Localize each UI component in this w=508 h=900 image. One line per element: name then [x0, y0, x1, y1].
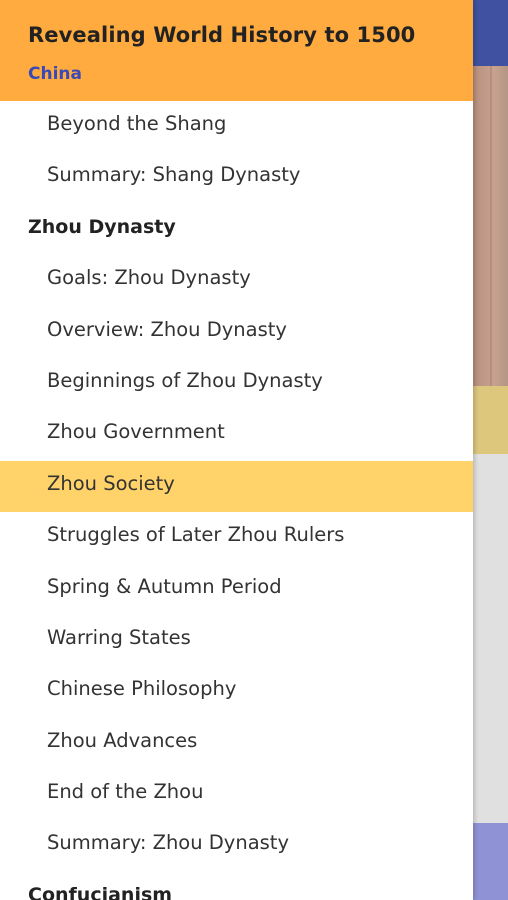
nav-item-end-of-the-zhou[interactable]: End of the Zhou	[0, 769, 473, 820]
background-image	[473, 66, 508, 386]
nav-item-zhou-advances[interactable]: Zhou Advances	[0, 718, 473, 769]
nav-section-zhou-dynasty[interactable]: Zhou Dynasty	[0, 204, 473, 255]
nav-item-beyond-the-shang[interactable]: Beyond the Shang	[0, 101, 473, 152]
background-panel	[473, 386, 508, 454]
drawer-header: Revealing World History to 1500 China	[0, 0, 473, 101]
book-title: Revealing World History to 1500	[28, 23, 416, 47]
background-app	[473, 0, 508, 900]
chapter-nav-list: Beyond the Shang Summary: Shang Dynasty …	[0, 101, 473, 900]
chapter-title: China	[28, 64, 82, 84]
nav-item-summary-zhou-dynasty[interactable]: Summary: Zhou Dynasty	[0, 820, 473, 871]
background-app-bar	[473, 0, 508, 66]
nav-item-zhou-society[interactable]: Zhou Society	[0, 460, 473, 513]
navigation-drawer: Revealing World History to 1500 China Be…	[0, 0, 473, 900]
nav-item-chinese-philosophy[interactable]: Chinese Philosophy	[0, 666, 473, 717]
nav-item-overview-zhou-dynasty[interactable]: Overview: Zhou Dynasty	[0, 307, 473, 358]
nav-item-summary-shang-dynasty[interactable]: Summary: Shang Dynasty	[0, 152, 473, 203]
background-content	[473, 454, 508, 823]
nav-item-struggles-of-later-zhou-rulers[interactable]: Struggles of Later Zhou Rulers	[0, 512, 473, 563]
nav-item-goals-zhou-dynasty[interactable]: Goals: Zhou Dynasty	[0, 255, 473, 306]
nav-item-beginnings-of-zhou-dynasty[interactable]: Beginnings of Zhou Dynasty	[0, 358, 473, 409]
nav-item-spring-autumn-period[interactable]: Spring & Autumn Period	[0, 564, 473, 615]
nav-item-zhou-government[interactable]: Zhou Government	[0, 409, 473, 460]
background-footer	[473, 823, 508, 900]
nav-item-warring-states[interactable]: Warring States	[0, 615, 473, 666]
nav-section-confucianism[interactable]: Confucianism	[0, 872, 473, 900]
